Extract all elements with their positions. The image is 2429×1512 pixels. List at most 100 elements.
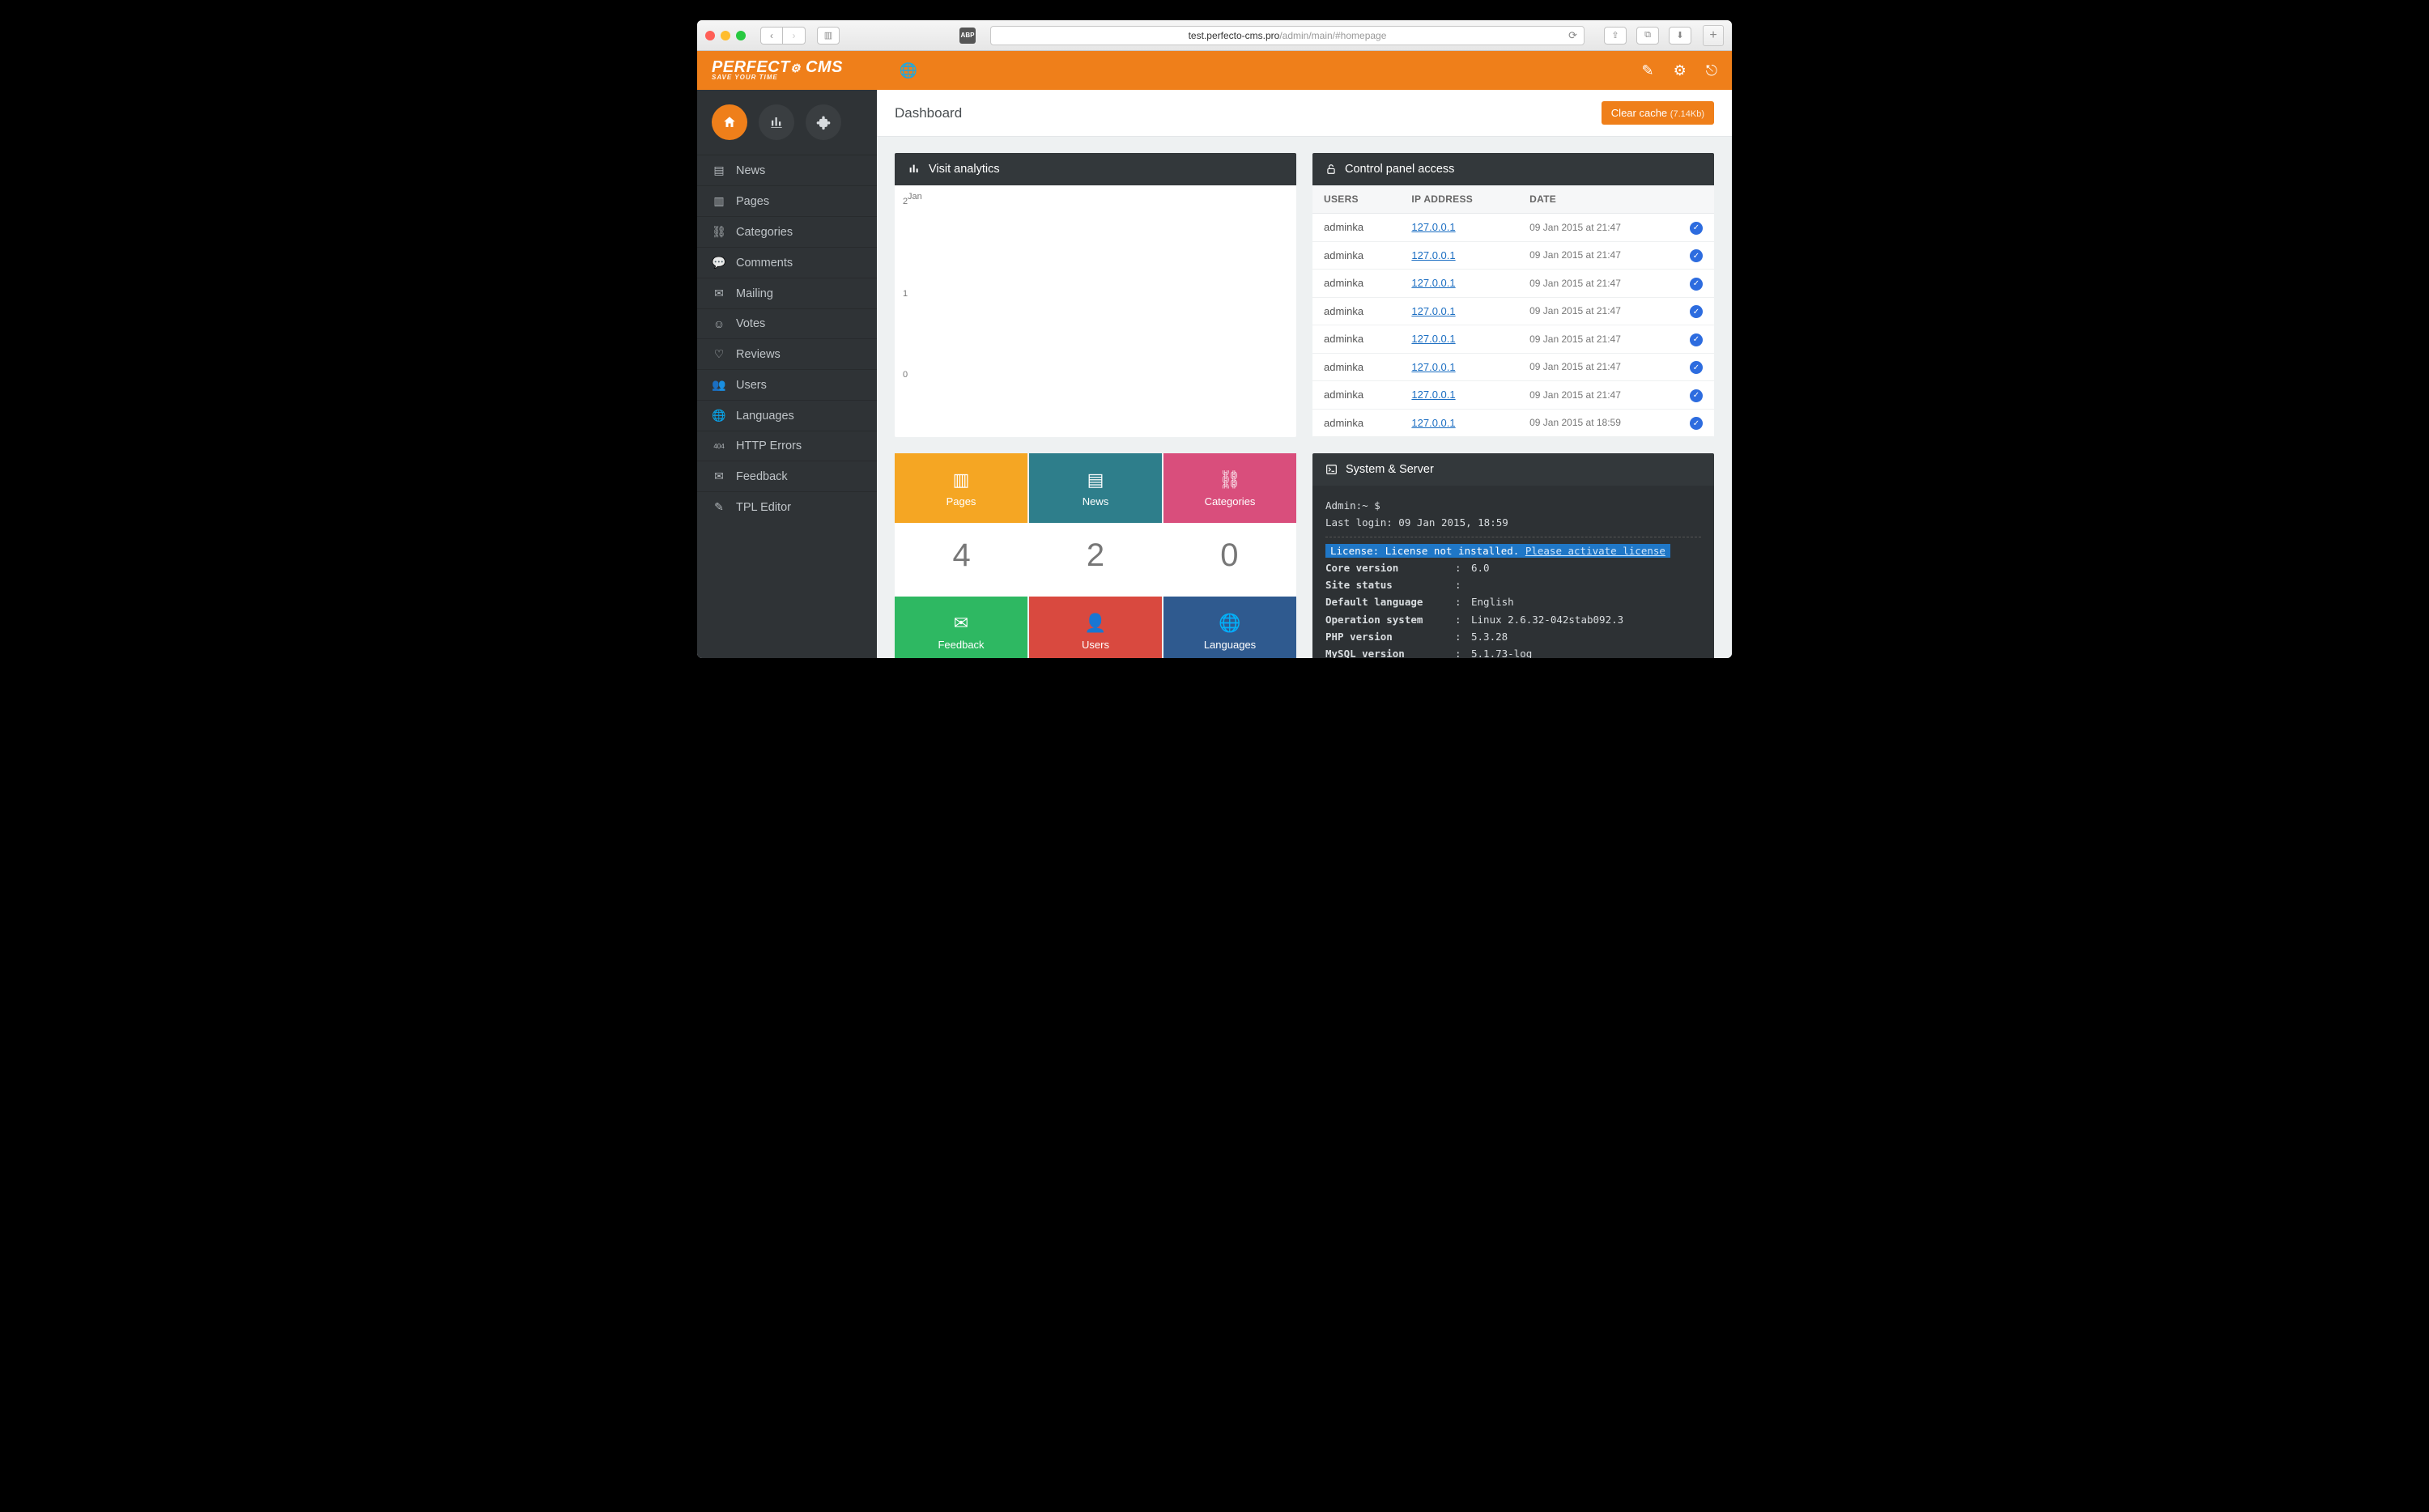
- sidebar-item-users[interactable]: 👥 Users: [697, 369, 877, 400]
- check-icon: ✓: [1690, 389, 1703, 402]
- forward-button[interactable]: ›: [783, 27, 806, 45]
- sidebar-item-label: Votes: [736, 317, 765, 330]
- share-button[interactable]: ⇪: [1604, 27, 1627, 45]
- system-row: MySQL version:5.1.73-log: [1325, 645, 1701, 658]
- news-icon: ▤: [712, 164, 726, 177]
- sidebar-item-mailing[interactable]: ✉ Mailing: [697, 278, 877, 308]
- sidebar-tab-plugins[interactable]: [806, 104, 841, 140]
- downloads-button[interactable]: ⬇: [1669, 27, 1691, 45]
- panel-title: Visit analytics: [929, 163, 1000, 176]
- chart-icon: [908, 163, 921, 176]
- sidebar-item-comments[interactable]: 💬 Comments: [697, 247, 877, 278]
- table-row: adminka127.0.0.109 Jan 2015 at 21:47✓: [1312, 270, 1714, 298]
- table-row: adminka127.0.0.109 Jan 2015 at 21:47✓: [1312, 241, 1714, 270]
- check-icon: ✓: [1690, 305, 1703, 318]
- sidebar-item-label: Mailing: [736, 287, 773, 300]
- analytics-chart: Jan 2 1 0: [895, 185, 1296, 388]
- ip-link[interactable]: 127.0.0.1: [1411, 389, 1455, 401]
- check-icon: ✓: [1690, 333, 1703, 346]
- minimize-window-button[interactable]: [721, 31, 730, 40]
- check-icon: ✓: [1690, 278, 1703, 291]
- sidebar-item-label: HTTP Errors: [736, 440, 802, 452]
- sidebar-item-label: Users: [736, 379, 767, 392]
- activate-license-link[interactable]: Please activate license: [1525, 545, 1665, 557]
- sidebar-item-categories[interactable]: ⛓Categories: [697, 216, 877, 247]
- adblock-icon[interactable]: ABP: [959, 28, 976, 44]
- pages-icon: ▥: [712, 194, 726, 208]
- sidebar-item-votes[interactable]: ☺Votes: [697, 308, 877, 338]
- languages-icon: 🌐: [712, 409, 726, 423]
- globe-icon[interactable]: 🌐: [900, 62, 917, 79]
- tile-count: 0: [1163, 523, 1296, 597]
- tile-feedback[interactable]: ✉Feedback: [895, 597, 1027, 658]
- sidebar-item-label: Reviews: [736, 348, 781, 361]
- panel-title: System & Server: [1346, 463, 1434, 476]
- system-terminal: Admin:~ $ Last login: 09 Jan 2015, 18:59…: [1312, 486, 1714, 658]
- system-row: Operation system:Linux 2.6.32-042stab092…: [1325, 611, 1701, 628]
- reload-icon[interactable]: ⟳: [1568, 29, 1577, 42]
- access-table: USERS IP ADDRESS DATE adminka127.0.0.109…: [1312, 185, 1714, 437]
- panel-visit-analytics: Visit analytics Jan 2 1 0: [895, 153, 1296, 437]
- page-title: Dashboard: [895, 105, 962, 121]
- maximize-window-button[interactable]: [736, 31, 746, 40]
- logout-icon[interactable]: ⎋: [1706, 62, 1717, 79]
- ip-link[interactable]: 127.0.0.1: [1411, 249, 1455, 261]
- sidebar-tab-home[interactable]: [712, 104, 747, 140]
- sidebar-item-http-errors[interactable]: 404HTTP Errors: [697, 431, 877, 461]
- clear-cache-button[interactable]: Clear cache (7.14Kb): [1602, 101, 1714, 125]
- sidebar-item-label: Comments: [736, 257, 793, 270]
- ip-link[interactable]: 127.0.0.1: [1411, 221, 1455, 233]
- system-row: Default language:English: [1325, 593, 1701, 610]
- tile-users[interactable]: 👤Users: [1029, 597, 1162, 658]
- back-button[interactable]: ‹: [760, 27, 783, 45]
- ip-link[interactable]: 127.0.0.1: [1411, 277, 1455, 289]
- sidebar: ▤News▥Pages⛓Categories 💬 Comments ✉ Mailing ☺…: [697, 90, 877, 658]
- tile-languages[interactable]: 🌐Languages: [1163, 597, 1296, 658]
- main-content: Dashboard Clear cache (7.14Kb) Visit ana…: [877, 90, 1732, 658]
- sidebar-tab-stats[interactable]: [759, 104, 794, 140]
- tile-news[interactable]: ▤News: [1029, 453, 1162, 523]
- app-topbar: PERFECT⚙ CMS SAVE YOUR TIME 🌐 ✎ ⚙ ⎋: [697, 51, 1732, 90]
- tiles-block: ▥Pages▤News⛓Categories 420 ✉Feedback👤Use…: [895, 453, 1296, 658]
- news-icon: ▤: [1087, 469, 1104, 491]
- sidebar-item-tpl-editor[interactable]: ✎TPL Editor: [697, 491, 877, 522]
- ip-link[interactable]: 127.0.0.1: [1411, 333, 1455, 345]
- reviews-icon: ♡: [712, 347, 726, 361]
- settings-icon[interactable]: ⚙: [1674, 62, 1687, 79]
- sidebar-item-pages[interactable]: ▥Pages: [697, 185, 877, 216]
- table-row: adminka127.0.0.109 Jan 2015 at 18:59✓: [1312, 409, 1714, 437]
- brand-logo: PERFECT⚙ CMS SAVE YOUR TIME: [712, 60, 843, 80]
- sidebar-item-label: Languages: [736, 410, 794, 423]
- feedback-icon: ✉: [712, 469, 726, 483]
- ip-link[interactable]: 127.0.0.1: [1411, 417, 1455, 429]
- sidebar-toggle-button[interactable]: ▥: [817, 27, 840, 45]
- tile-pages[interactable]: ▥Pages: [895, 453, 1027, 523]
- ip-link[interactable]: 127.0.0.1: [1411, 305, 1455, 317]
- users-icon: 👥: [712, 378, 726, 392]
- languages-icon: 🌐: [1219, 613, 1240, 634]
- sidebar-item-reviews[interactable]: ♡ Reviews: [697, 338, 877, 369]
- new-tab-button[interactable]: +: [1703, 25, 1724, 46]
- system-row: Core version:6.0: [1325, 559, 1701, 576]
- tabs-button[interactable]: ⧉: [1636, 27, 1659, 45]
- sidebar-item-news[interactable]: ▤News: [697, 155, 877, 185]
- check-icon: ✓: [1690, 249, 1703, 262]
- sidebar-item-languages[interactable]: 🌐 Languages: [697, 400, 877, 431]
- terminal-icon: [1325, 464, 1338, 475]
- close-window-button[interactable]: [705, 31, 715, 40]
- tile-categories[interactable]: ⛓Categories: [1163, 453, 1296, 523]
- browser-toolbar: ‹ › ▥ ABP test.perfecto-cms.pro/admin/ma…: [697, 20, 1732, 51]
- address-bar[interactable]: test.perfecto-cms.pro/admin/main/#homepa…: [990, 26, 1585, 45]
- edit-icon[interactable]: ✎: [1642, 62, 1654, 79]
- check-icon: ✓: [1690, 222, 1703, 235]
- comments-icon: 💬: [712, 256, 726, 270]
- mailing-icon: ✉: [712, 287, 726, 300]
- ip-link[interactable]: 127.0.0.1: [1411, 361, 1455, 373]
- browser-window: ‹ › ▥ ABP test.perfecto-cms.pro/admin/ma…: [697, 20, 1732, 658]
- tpl-editor-icon: ✎: [712, 500, 726, 514]
- sidebar-item-feedback[interactable]: ✉ Feedback: [697, 461, 877, 491]
- sidebar-item-label: Feedback: [736, 470, 788, 483]
- tile-count: 4: [895, 523, 1028, 597]
- categories-icon: ⛓: [712, 225, 726, 239]
- table-row: adminka127.0.0.109 Jan 2015 at 21:47✓: [1312, 353, 1714, 381]
